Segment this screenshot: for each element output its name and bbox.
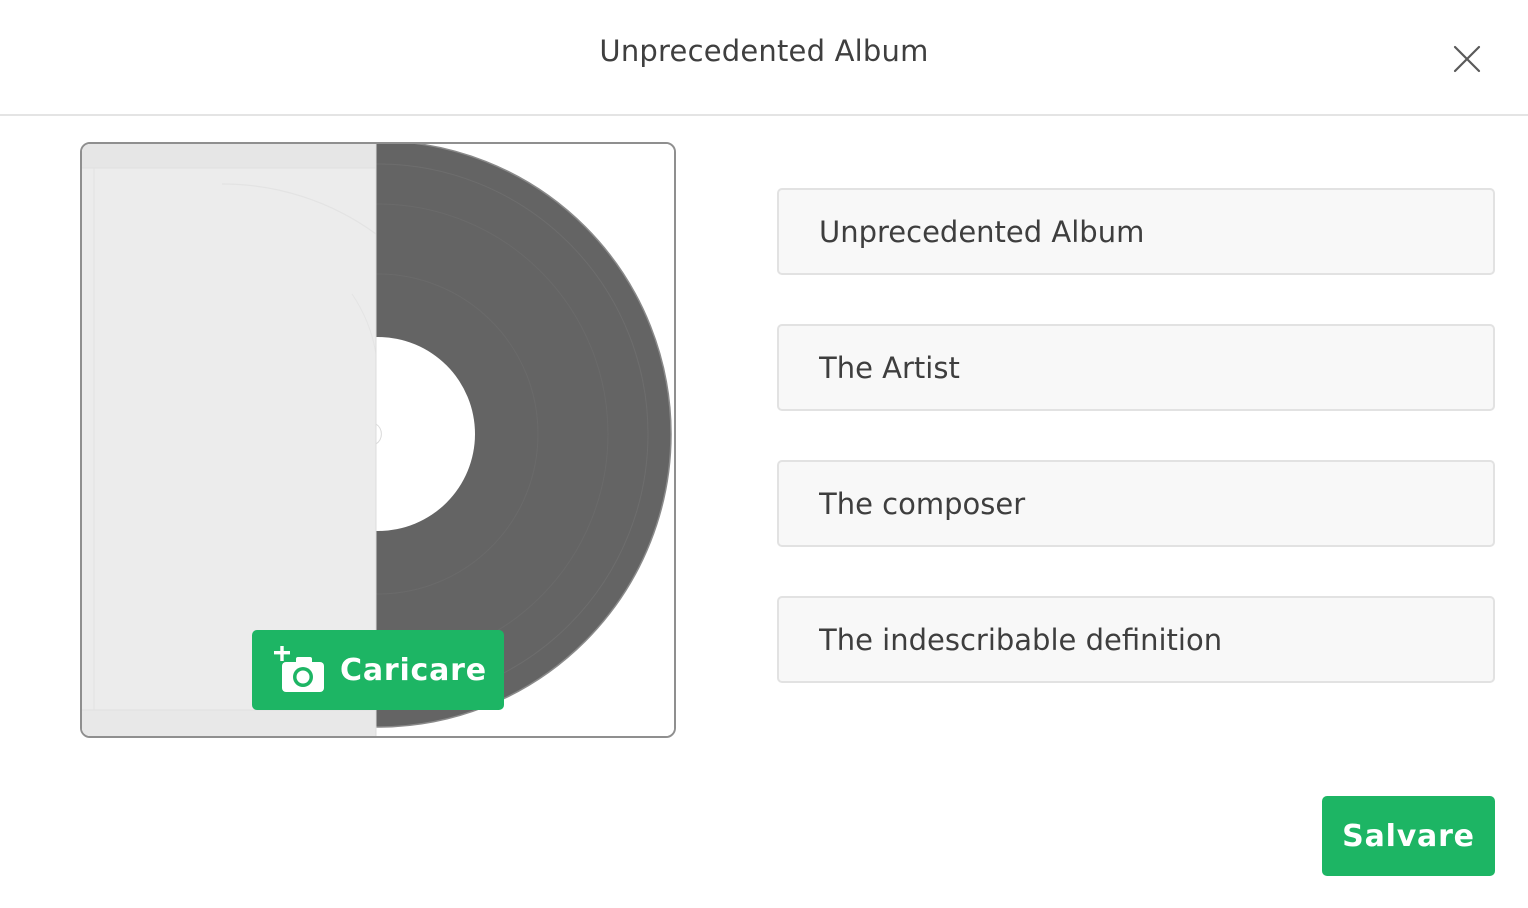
composer-input[interactable] <box>777 460 1495 547</box>
upload-cover-button[interactable]: Caricare <box>252 630 504 710</box>
definition-input[interactable] <box>777 596 1495 683</box>
close-button[interactable] <box>1448 40 1486 78</box>
album-edit-dialog: Unprecedented Album Caricare Unprecedent… <box>0 0 1528 908</box>
add-photo-camera-icon <box>274 646 324 692</box>
close-icon <box>1453 45 1481 73</box>
dialog-header: Unprecedented Album <box>0 0 1528 116</box>
upload-cover-label: Caricare <box>340 652 487 688</box>
dialog-title: Unprecedented Album <box>599 34 929 68</box>
artist-input[interactable] <box>777 324 1495 411</box>
album-title-input[interactable] <box>777 188 1495 275</box>
save-button[interactable]: Salvare <box>1322 796 1495 876</box>
